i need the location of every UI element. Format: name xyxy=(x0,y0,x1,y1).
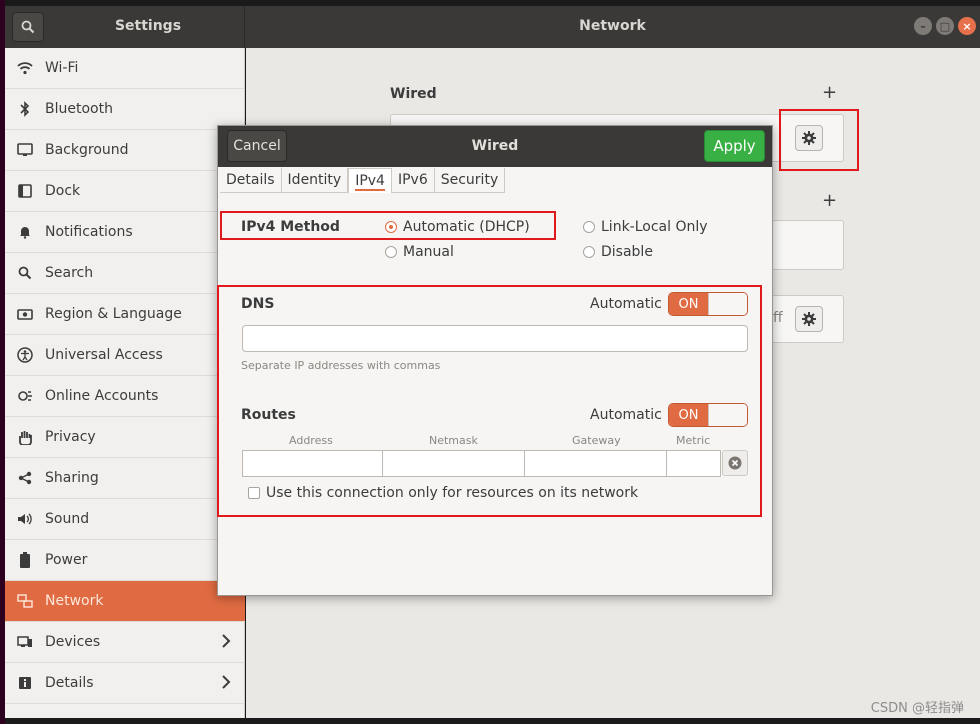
sidebar-item-online-accounts[interactable]: Online Accounts xyxy=(5,376,245,417)
radio-dot xyxy=(385,246,397,258)
sidebar-item-power[interactable]: Power xyxy=(5,540,245,581)
tab-identity[interactable]: Identity xyxy=(282,168,349,193)
search-icon xyxy=(5,266,45,280)
highlight-ipv4-method xyxy=(220,211,556,240)
radio-disable[interactable]: Disable xyxy=(583,244,653,260)
search-icon xyxy=(21,20,35,34)
settings-title: Settings xyxy=(114,18,182,34)
network-icon xyxy=(5,594,45,608)
radio-dot xyxy=(583,221,595,233)
add-wired-icon[interactable]: + xyxy=(822,82,837,103)
online-accounts-icon xyxy=(5,389,45,403)
camera-flag-icon xyxy=(5,307,45,321)
proxy-settings-button[interactable] xyxy=(795,306,823,332)
wired-section-label: Wired xyxy=(390,86,437,102)
sidebar-item-sound[interactable]: Sound xyxy=(5,499,245,540)
speaker-icon xyxy=(5,512,45,526)
dialog-title: Wired xyxy=(471,138,519,154)
background-icon xyxy=(5,143,45,157)
highlight-dns-routes xyxy=(217,285,762,517)
bell-icon xyxy=(5,225,45,239)
battery-icon xyxy=(5,552,45,568)
chevron-right-icon xyxy=(222,634,231,648)
dialog-tabs: Details Identity IPv4 IPv6 Security xyxy=(220,168,506,193)
radio-link-local[interactable]: Link-Local Only xyxy=(583,219,708,235)
wifi-icon xyxy=(5,61,45,75)
hand-icon xyxy=(5,430,45,445)
watermark: CSDN @轻指弹 xyxy=(870,701,964,716)
dock-icon xyxy=(5,184,45,198)
search-button[interactable] xyxy=(12,12,44,42)
sidebar-item-sharing[interactable]: Sharing xyxy=(5,458,245,499)
sidebar-item-search[interactable]: Search xyxy=(5,253,245,294)
window-controls: – □ × xyxy=(914,17,976,35)
sidebar-item-devices[interactable]: Devices xyxy=(5,622,245,663)
maximize-icon[interactable]: □ xyxy=(936,17,954,35)
sidebar-item-network[interactable]: Network xyxy=(5,581,245,622)
share-icon xyxy=(5,471,45,485)
sidebar: Wi-Fi Bluetooth Background Dock Notifica… xyxy=(5,48,245,718)
devices-icon xyxy=(5,635,45,649)
highlight-gear xyxy=(779,109,859,171)
tab-security[interactable]: Security xyxy=(435,168,506,193)
bluetooth-icon xyxy=(5,101,45,117)
radio-dot xyxy=(583,246,595,258)
dialog-header: Cancel Wired Apply xyxy=(218,126,772,167)
sidebar-item-region-language[interactable]: Region & Language xyxy=(5,294,245,335)
sidebar-item-wifi[interactable]: Wi-Fi xyxy=(5,48,245,89)
apply-button[interactable]: Apply xyxy=(704,130,765,162)
gear-icon xyxy=(802,312,816,326)
chevron-right-icon xyxy=(222,675,231,689)
sidebar-item-background[interactable]: Background xyxy=(5,130,245,171)
header-bar: Settings Network – □ × xyxy=(5,6,980,48)
sidebar-item-dock[interactable]: Dock xyxy=(5,171,245,212)
radio-manual[interactable]: Manual xyxy=(385,244,454,260)
network-title: Network xyxy=(579,18,646,34)
proxy-off-text: ff xyxy=(773,310,783,326)
accessibility-icon xyxy=(5,347,45,363)
sidebar-item-privacy[interactable]: Privacy xyxy=(5,417,245,458)
sidebar-item-bluetooth[interactable]: Bluetooth xyxy=(5,89,245,130)
sidebar-item-universal-access[interactable]: Universal Access xyxy=(5,335,245,376)
tab-ipv4[interactable]: IPv4 xyxy=(348,168,392,193)
header-left: Settings xyxy=(5,6,245,48)
sidebar-item-details[interactable]: Details xyxy=(5,663,245,704)
tab-ipv6[interactable]: IPv6 xyxy=(392,168,435,193)
info-icon xyxy=(5,676,45,690)
minimize-icon[interactable]: – xyxy=(914,17,932,35)
close-icon[interactable]: × xyxy=(958,17,976,35)
add-vpn-icon[interactable]: + xyxy=(822,190,837,211)
sidebar-item-notifications[interactable]: Notifications xyxy=(5,212,245,253)
tab-details[interactable]: Details xyxy=(220,168,282,193)
